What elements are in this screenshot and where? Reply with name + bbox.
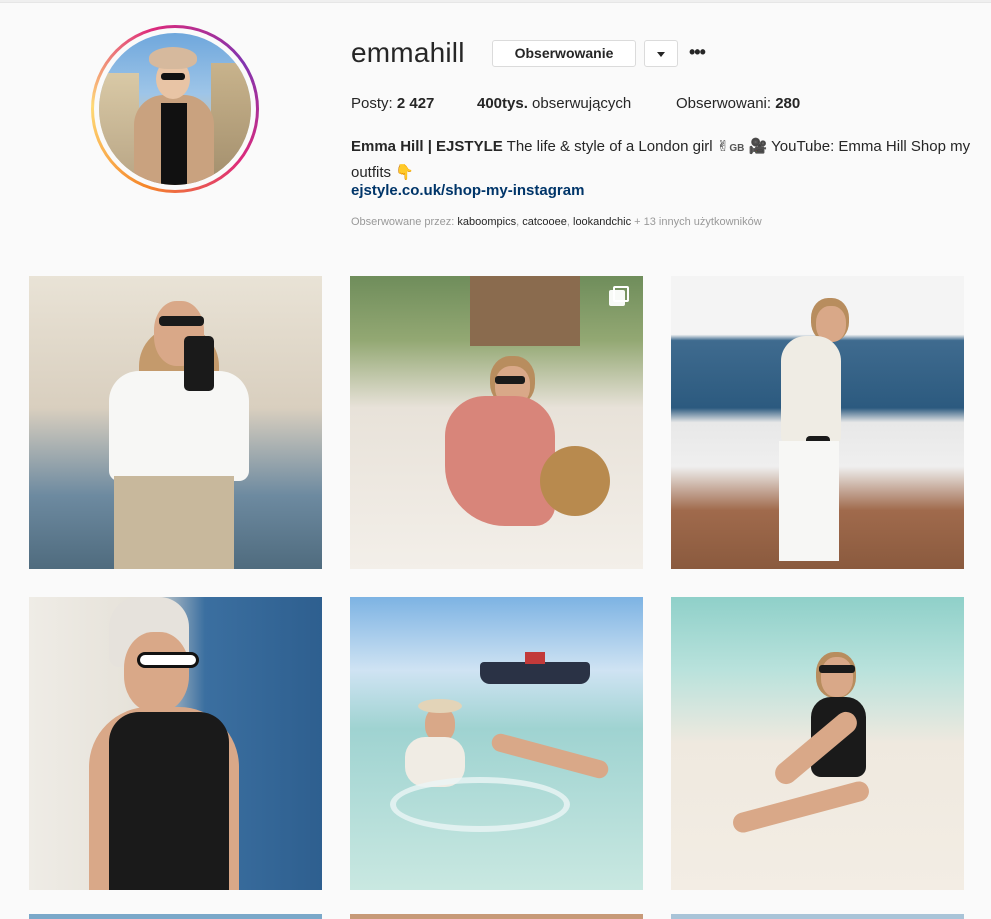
avatar[interactable] <box>99 33 251 185</box>
carousel-icon <box>609 286 629 306</box>
chevron-down-icon <box>657 52 665 57</box>
followed-by-user[interactable]: lookandchic <box>573 216 631 228</box>
post-thumbnail[interactable] <box>671 597 964 890</box>
top-border <box>0 0 991 3</box>
post-thumbnail[interactable] <box>350 276 643 569</box>
victory-hand-emoji: ✌ <box>716 138 730 155</box>
post-thumbnail[interactable] <box>671 276 964 569</box>
following-button[interactable]: Obserwowanie <box>492 40 636 67</box>
followers-count[interactable]: 400tys. obserwujących <box>477 95 631 112</box>
post-thumbnail[interactable] <box>29 597 322 890</box>
followed-by-more[interactable]: + 13 innych użytkowników <box>634 216 761 228</box>
username: emmahill <box>351 37 465 68</box>
movie-camera-emoji: 🎥 <box>748 138 768 155</box>
bio-text: The life & style of a London girl <box>506 138 713 155</box>
posts-count: Posty: 2 427 <box>351 95 435 112</box>
website-link[interactable]: ejstyle.co.uk/shop-my-instagram <box>351 182 584 199</box>
followed-by-user[interactable]: kaboompics <box>457 216 516 228</box>
following-count[interactable]: Obserwowani: 280 <box>676 95 800 112</box>
post-thumbnail[interactable] <box>29 276 322 569</box>
post-thumbnail[interactable] <box>671 914 964 919</box>
full-name: Emma Hill | EJSTYLE <box>351 138 503 155</box>
post-thumbnail[interactable] <box>29 914 322 919</box>
bio: Emma Hill | EJSTYLE The life & style of … <box>351 135 971 185</box>
post-thumbnail[interactable] <box>350 914 643 919</box>
more-options-icon[interactable]: ••• <box>689 42 707 62</box>
story-ring[interactable] <box>91 25 259 193</box>
suggestions-dropdown-button[interactable] <box>644 40 678 67</box>
gb-flag-emoji: GB <box>729 143 745 154</box>
post-thumbnail[interactable] <box>350 597 643 890</box>
followed-by: Obserwowane przez: kaboompics, catcooee,… <box>351 216 762 228</box>
followed-by-user[interactable]: catcooee <box>522 216 567 228</box>
